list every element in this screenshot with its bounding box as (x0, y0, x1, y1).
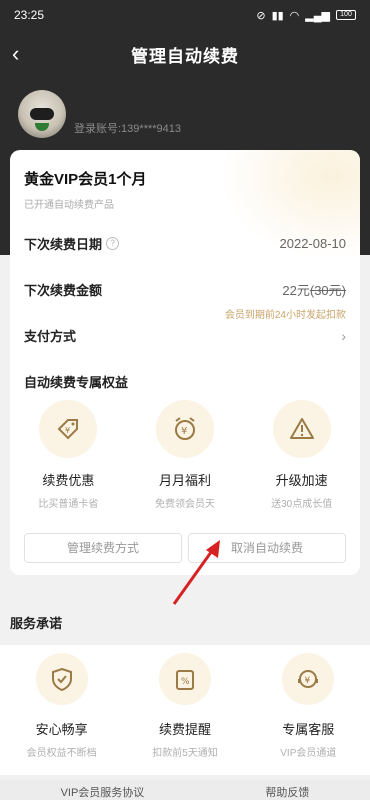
promise-desc: 扣款前5天通知 (152, 748, 218, 759)
promise-item[interactable]: ¥ 专属客服 VIP会员通道 (253, 653, 363, 775)
svg-text:¥: ¥ (65, 426, 70, 435)
subscription-card: 黄金VIP会员1个月 已开通自动续费产品 下次续费日期 ? 2022-08-10… (10, 150, 360, 575)
battery-icon: 100 (336, 10, 356, 20)
next-amount-label: 下次续费金额 (24, 283, 103, 298)
benefit-name: 月月福利 (158, 473, 211, 488)
promise-name: 专属客服 (282, 722, 335, 737)
promise-name: 续费提醒 (158, 722, 211, 737)
amount-note: 会员到期前24小时发起扣款 (224, 310, 346, 321)
headset-yen-icon: ¥ (282, 653, 335, 705)
avatar-goggles (30, 108, 54, 120)
signal-icon: ▮▮ (271, 9, 284, 22)
avatar-mouth (35, 123, 49, 131)
status-time: 23:25 (14, 8, 45, 22)
chevron-right-icon: › (341, 327, 346, 344)
alarm-clock-yen-icon: ¥ (155, 400, 214, 458)
warning-speed-icon (272, 400, 331, 458)
next-amount-row: 下次续费金额 22元(30元) (24, 280, 346, 299)
next-date-row: 下次续费日期 ? 2022-08-10 (24, 234, 346, 253)
account-number: 登录账号:139****9413 (74, 123, 182, 135)
benefits-list: ¥ 续费优惠 比买普通卡省 ¥ 月月福利 免费领会员天 升级加速 送30点成长值 (10, 400, 360, 510)
benefit-desc: 免费领会员天 (154, 499, 215, 510)
calendar-percent-icon: % (158, 653, 211, 705)
top-nav: ‹ 管理自动续费 (0, 34, 370, 74)
next-amount-original: (30元) (309, 283, 346, 298)
benefit-name: 升级加速 (275, 473, 328, 488)
footer-links: VIP会员服务协议 帮助反馈 (0, 780, 370, 800)
avatar[interactable] (18, 90, 66, 138)
benefit-name: 续费优惠 (42, 473, 95, 488)
next-date-label: 下次续费日期 (24, 237, 103, 252)
svg-text:¥: ¥ (181, 426, 187, 437)
wifi-icon: ◠ (289, 9, 300, 22)
payment-label: 支付方式 (24, 329, 77, 344)
status-icons: ⊘ ▮▮ ◠ ▂▄▆ 100 (256, 9, 356, 22)
benefits-title: 自动续费专属权益 (24, 375, 129, 390)
help-feedback-link[interactable]: 帮助反馈 (265, 780, 309, 800)
benefit-item[interactable]: ¥ 续费优惠 比买普通卡省 (13, 400, 123, 510)
red-arrow-annotation (172, 540, 220, 605)
signal-bars-icon: ▂▄▆ (305, 9, 330, 22)
plan-title: 黄金VIP会员1个月 (24, 171, 147, 188)
benefit-desc: 比买普通卡省 (38, 499, 99, 510)
promise-desc: VIP会员通道 (280, 748, 337, 759)
help-icon[interactable]: ? (106, 237, 120, 250)
status-bar: 23:25 ⊘ ▮▮ ◠ ▂▄▆ 100 (0, 0, 370, 30)
next-amount-value: 22元 (282, 283, 310, 298)
promise-list: 安心畅享 会员权益不断档 % 续费提醒 扣款前5天通知 ¥ 专属客服 VIP会员… (0, 645, 370, 775)
manage-payment-button[interactable]: 管理续费方式 (24, 533, 182, 563)
vip-agreement-link[interactable]: VIP会员服务协议 (61, 780, 145, 800)
promise-title: 服务承诺 (10, 616, 63, 631)
promise-name: 安心畅享 (35, 722, 88, 737)
chevron-left-icon[interactable]: ‹ (12, 40, 34, 68)
mute-icon: ⊘ (256, 9, 266, 22)
benefits-title-row: 自动续费专属权益 (24, 372, 346, 391)
plan-subtitle: 已开通自动续费产品 (24, 200, 114, 211)
svg-text:¥: ¥ (305, 676, 311, 686)
shield-check-icon (35, 653, 88, 705)
benefit-item[interactable]: 升级加速 送30点成长值 (247, 400, 357, 510)
svg-text:%: % (181, 677, 190, 687)
promise-desc: 会员权益不断档 (26, 748, 97, 759)
next-amount-price: 22元(30元) (282, 280, 346, 299)
benefit-item[interactable]: ¥ 月月福利 免费领会员天 (130, 400, 240, 510)
page-title: 管理自动续费 (131, 46, 239, 66)
payment-row[interactable]: 支付方式 › (24, 326, 346, 345)
next-date-value: 2022-08-10 (279, 236, 347, 251)
promise-item[interactable]: % 续费提醒 扣款前5天通知 (130, 653, 240, 775)
profile: 登录账号:139****9413 (18, 90, 181, 138)
promise-item[interactable]: 安心畅享 会员权益不断档 (7, 653, 117, 775)
benefit-desc: 送30点成长值 (271, 499, 333, 510)
discount-tag-icon: ¥ (39, 400, 98, 458)
next-date-label-wrap: 下次续费日期 ? (24, 234, 120, 253)
